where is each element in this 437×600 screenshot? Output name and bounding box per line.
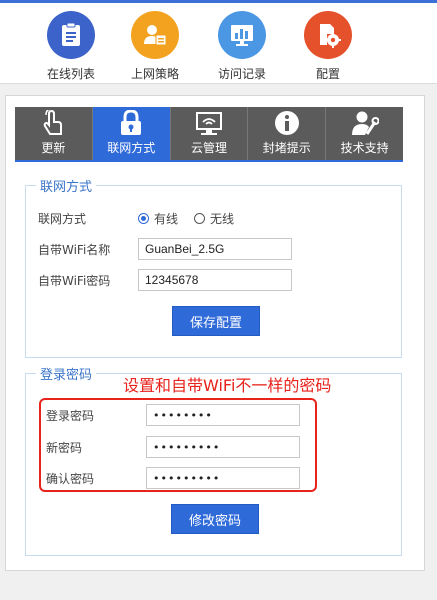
lock-icon — [119, 108, 143, 136]
tab-block-notice[interactable]: 封堵提示 — [248, 107, 327, 160]
tab-underline — [15, 160, 403, 162]
nav-label: 访问记录 — [217, 67, 266, 81]
annotation-text: 设置和自带WiFi不一样的密码 — [123, 376, 332, 395]
tab-update[interactable]: 更新 — [15, 107, 93, 160]
monitor-icon — [195, 108, 223, 136]
radio-wired-dot[interactable] — [138, 212, 149, 224]
nav-access-policy[interactable]: 上网策略 — [115, 11, 195, 82]
tab-label: 技术支持 — [340, 141, 389, 155]
network-mode-label: 联网方式 — [38, 211, 87, 226]
wifi-name-label: 自带WiFi名称 — [38, 242, 111, 257]
radio-wireless-label: 无线 — [210, 211, 235, 226]
tab-label: 更新 — [41, 141, 66, 155]
annotation-highlight-box — [39, 398, 317, 492]
modify-password-button[interactable]: 修改密码 — [171, 504, 259, 534]
radio-wired[interactable]: 有线 — [138, 210, 178, 227]
list-icon — [47, 11, 95, 59]
network-mode-legend: 联网方式 — [40, 180, 93, 195]
wifi-password-input[interactable] — [138, 269, 292, 291]
wifi-name-row: 自带WiFi名称 — [38, 237, 292, 261]
settings-panel: 更新 联网方式 云管理 封堵提示 技术支持 联网方式 联网方式 有线 无线 自带… — [5, 95, 425, 571]
nav-label: 在线列表 — [46, 67, 95, 81]
login-password-legend: 登录密码 — [40, 368, 93, 383]
tab-label: 联网方式 — [107, 141, 156, 155]
config-gear-icon — [304, 11, 352, 59]
save-config-button[interactable]: 保存配置 — [172, 306, 260, 336]
wifi-name-input[interactable] — [138, 238, 292, 260]
network-mode-row: 联网方式 有线 无线 — [38, 208, 250, 228]
nav-config[interactable]: 配置 — [288, 11, 368, 82]
user-policy-icon — [131, 11, 179, 59]
tab-tech-support[interactable]: 技术支持 — [326, 107, 403, 160]
touch-icon — [42, 108, 64, 136]
nav-access-records[interactable]: 访问记录 — [202, 11, 282, 82]
info-icon — [274, 108, 300, 136]
support-icon — [351, 108, 379, 136]
tab-cloud-management[interactable]: 云管理 — [171, 107, 249, 160]
tab-label: 云管理 — [190, 141, 227, 155]
wifi-password-row: 自带WiFi密码 — [38, 268, 292, 292]
tab-label: 封堵提示 — [262, 141, 311, 155]
radio-wireless-dot[interactable] — [194, 212, 206, 224]
settings-tabs: 更新 联网方式 云管理 封堵提示 技术支持 — [15, 107, 403, 160]
nav-online-list[interactable]: 在线列表 — [31, 11, 111, 82]
wifi-password-label: 自带WiFi密码 — [38, 273, 111, 288]
bar-chart-icon — [218, 11, 266, 59]
top-navigation: 在线列表 上网策略 访问记录 配置 — [0, 3, 437, 84]
tab-network-mode[interactable]: 联网方式 — [92, 107, 171, 160]
radio-wired-label: 有线 — [154, 211, 179, 226]
radio-wireless[interactable]: 无线 — [194, 210, 234, 227]
nav-label: 配置 — [315, 67, 340, 81]
nav-label: 上网策略 — [130, 67, 179, 81]
